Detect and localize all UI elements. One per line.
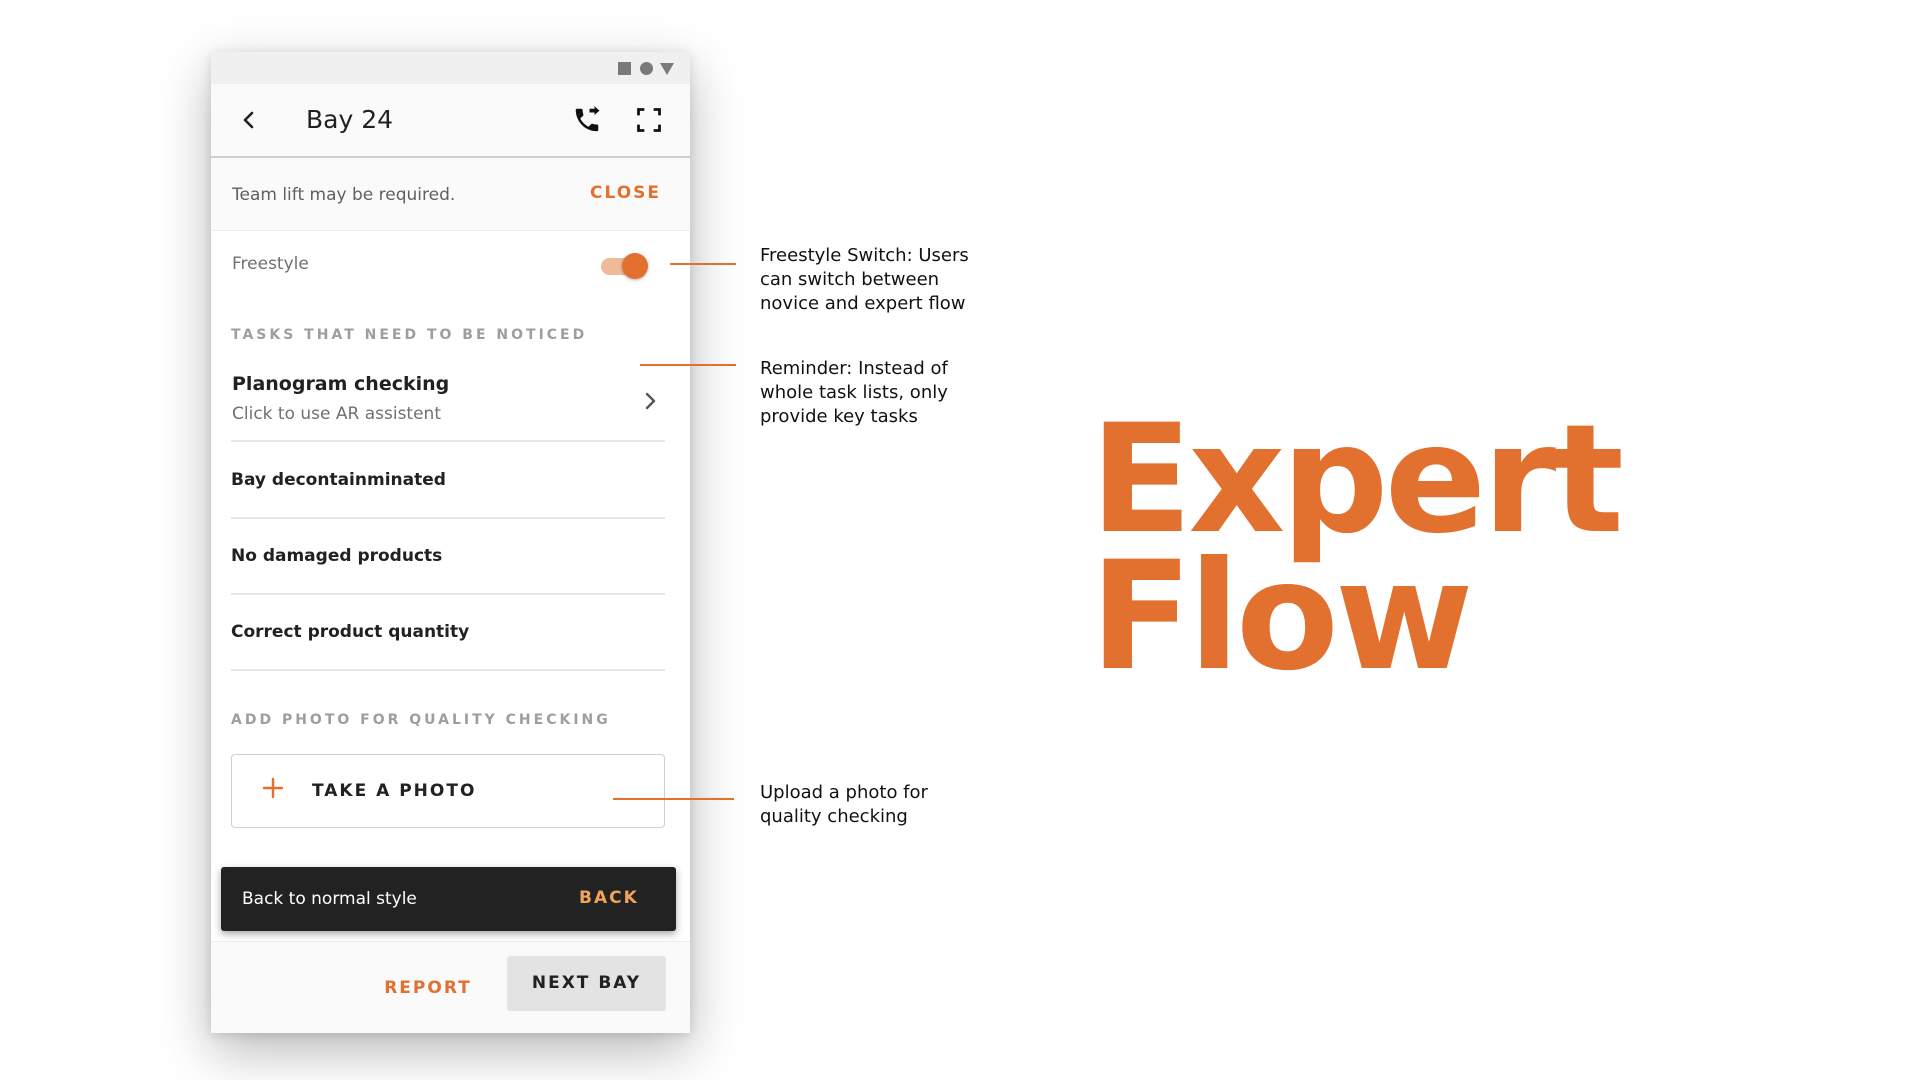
phone-forward-icon[interactable] [572,105,602,135]
chevron-left-icon[interactable] [237,108,261,132]
app-bar: Bay 24 [211,84,690,158]
freestyle-switch-thumb[interactable] [622,253,648,279]
annotation-text: quality checking [760,806,908,827]
fullscreen-icon[interactable] [635,106,663,134]
task-row-label: Correct product quantity [231,622,470,642]
chevron-right-icon [645,392,656,410]
task-row[interactable]: Bay decontainminated [231,442,665,519]
circle-icon [640,62,653,75]
take-photo-button[interactable]: TAKE A PHOTO [231,754,665,828]
footer-bar: REPORT NEXT BAY [211,941,690,1033]
triangle-icon [660,63,674,75]
report-button[interactable]: REPORT [373,966,483,1010]
task-row-label: No damaged products [231,546,443,566]
annotation-text: whole task lists, only [760,382,948,403]
snackbar-text: Back to normal style [242,889,417,909]
annotation-line [670,263,736,265]
annotation-text: can switch between [760,269,940,290]
task-row[interactable]: No damaged products [231,518,665,595]
phone-screen: Bay 24 Team lift may be required. CLOSE … [211,52,690,1033]
task-title: Planogram checking [232,373,450,395]
annotation-text: novice and expert flow [760,293,966,314]
take-photo-label: TAKE A PHOTO [312,781,477,801]
next-bay-button[interactable]: NEXT BAY [507,956,666,1011]
task-planogram-checking[interactable]: Planogram checking Click to use AR assis… [231,364,665,442]
annotation-line [640,364,736,366]
headline-line-2: Flow [1090,530,1474,704]
warning-banner: Team lift may be required. CLOSE [211,158,690,231]
annotation-text: Freestyle Switch: Users [760,245,969,266]
tasks-section-header: TASKS THAT NEED TO BE NOTICED [231,327,588,343]
annotation-reminder: Reminder: Instead of whole task lists, o… [760,357,1000,429]
banner-text: Team lift may be required. [232,185,456,205]
plus-icon [262,777,284,799]
close-button[interactable]: CLOSE [590,183,661,203]
annotation-freestyle: Freestyle Switch: Users can switch betwe… [760,244,1000,316]
annotation-text: provide key tasks [760,406,918,427]
square-icon [618,62,631,75]
back-button[interactable]: BACK [579,888,639,908]
task-subtitle: Click to use AR assistent [232,404,441,424]
annotation-text: Upload a photo for [760,782,928,803]
annotation-line [613,798,734,800]
photo-section-header: ADD PHOTO FOR QUALITY CHECKING [231,712,611,728]
snackbar: Back to normal style BACK [221,867,676,931]
page-title: Bay 24 [306,105,394,134]
annotation-text: Reminder: Instead of [760,358,948,379]
task-row-label: Bay decontainminated [231,470,446,490]
freestyle-label: Freestyle [232,254,309,274]
task-row[interactable]: Correct product quantity [231,594,665,671]
status-bar [211,52,690,84]
headline-line-1: Expert [1090,393,1624,567]
annotation-upload: Upload a photo for quality checking [760,781,1000,829]
